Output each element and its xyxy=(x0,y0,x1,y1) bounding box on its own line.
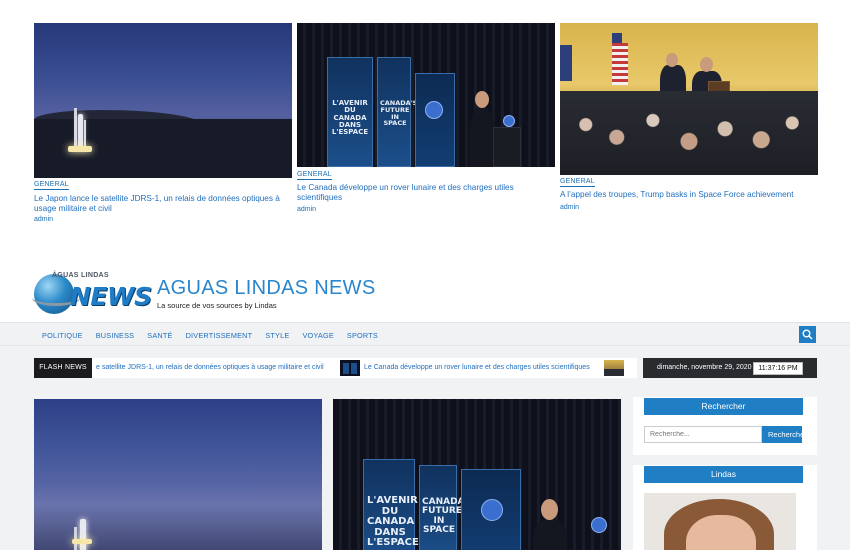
logo-top-text: ÁGUAS LINDAS xyxy=(52,272,109,279)
banner-english-text: CANADA'S FUTURE IN SPACE xyxy=(380,99,418,128)
featured-card-japan: GENERAL Le Japon lance le satellite JDRS… xyxy=(34,23,292,223)
canada-space-image[interactable]: L'AVENIR DU CANADA DANS L'ESPACE CANADA'… xyxy=(297,23,555,167)
ticker-item[interactable]: e satellite JDRS-1, un relais de données… xyxy=(96,358,324,378)
banner-french-text: L'AVENIR DU CANADA DANS L'ESPACE xyxy=(331,99,369,137)
flash-news-bar: FLASH NEWS e satellite JDRS-1, un relais… xyxy=(0,346,850,390)
post-title[interactable]: Le Canada développe un rover lunaire et … xyxy=(297,183,547,203)
post-author[interactable]: admin xyxy=(34,216,53,223)
category-tag[interactable]: GENERAL xyxy=(297,171,332,180)
nav-item-voyage[interactable]: VOYAGE xyxy=(302,331,333,340)
post-title[interactable]: Le Japon lance le satellite JDRS-1, un r… xyxy=(34,194,284,214)
search-icon xyxy=(802,329,813,340)
category-tag[interactable]: GENERAL xyxy=(560,178,595,187)
featured-card-canada: L'AVENIR DU CANADA DANS L'ESPACE CANADA'… xyxy=(297,23,555,213)
ticker-item[interactable]: Le Canada développe un rover lunaire et … xyxy=(364,358,590,378)
lindas-widget-title: Lindas xyxy=(644,466,803,483)
nav-item-business[interactable]: BUSINESS xyxy=(96,331,135,340)
date-time-box: dimanche, novembre 29, 2020 11:37:16 PM xyxy=(643,358,817,378)
featured-posts: GENERAL Le Japon lance le satellite JDRS… xyxy=(34,23,818,228)
featured-card-trump: GENERAL A l’appel des troupes, Trump bas… xyxy=(560,23,818,211)
lindas-portrait-image[interactable] xyxy=(644,493,796,550)
post-author[interactable]: admin xyxy=(297,206,316,213)
site-title[interactable]: AGUAS LINDAS NEWS xyxy=(157,277,375,300)
main-post-image-canada[interactable]: L'AVENIR DU CANADA DANS L'ESPACE CANADA'… xyxy=(333,399,621,550)
nav-item-politique[interactable]: POLITIQUE xyxy=(42,331,83,340)
ticker-thumbnail[interactable] xyxy=(340,360,360,376)
post-author[interactable]: admin xyxy=(560,204,579,211)
ticker-thumbnail[interactable] xyxy=(604,360,624,376)
news-ticker: e satellite JDRS-1, un relais de données… xyxy=(92,358,637,378)
main-post-image-japan[interactable] xyxy=(34,399,322,550)
current-time: 11:37:16 PM xyxy=(753,362,803,375)
sidebar-search-button[interactable]: Rechercher xyxy=(762,426,802,443)
post-title[interactable]: A l’appel des troupes, Trump basks in Sp… xyxy=(560,190,810,200)
banner-french-text-large: L'AVENIR DU CANADA DANS L'ESPACE xyxy=(367,495,419,548)
current-date: dimanche, novembre 29, 2020 xyxy=(657,364,752,371)
category-tag[interactable]: GENERAL xyxy=(34,181,69,190)
site-tagline: La source de vos sources by Lindas xyxy=(157,301,277,310)
nav-search-button[interactable] xyxy=(799,326,816,343)
flash-news-label: FLASH NEWS xyxy=(34,358,92,378)
nav-item-sante[interactable]: SANTÉ xyxy=(147,331,172,340)
banner-english-text-large: CANADA'S FUTURE IN SPACE xyxy=(422,497,474,536)
logo-news-text: NEWS xyxy=(70,282,152,311)
site-logo[interactable]: ÁGUAS LINDAS NEWS xyxy=(32,270,152,314)
trump-event-image[interactable] xyxy=(560,23,818,175)
main-navigation: POLITIQUE BUSINESS SANTÉ DIVERTISSEMENT … xyxy=(0,322,850,346)
sidebar-search-input[interactable] xyxy=(644,426,762,443)
nav-item-sports[interactable]: SPORTS xyxy=(347,331,378,340)
japan-launch-image[interactable] xyxy=(34,23,292,178)
nav-item-style[interactable]: STYLE xyxy=(265,331,289,340)
search-widget-title: Rechercher xyxy=(644,398,803,415)
nav-item-divertissement[interactable]: DIVERTISSEMENT xyxy=(186,331,253,340)
